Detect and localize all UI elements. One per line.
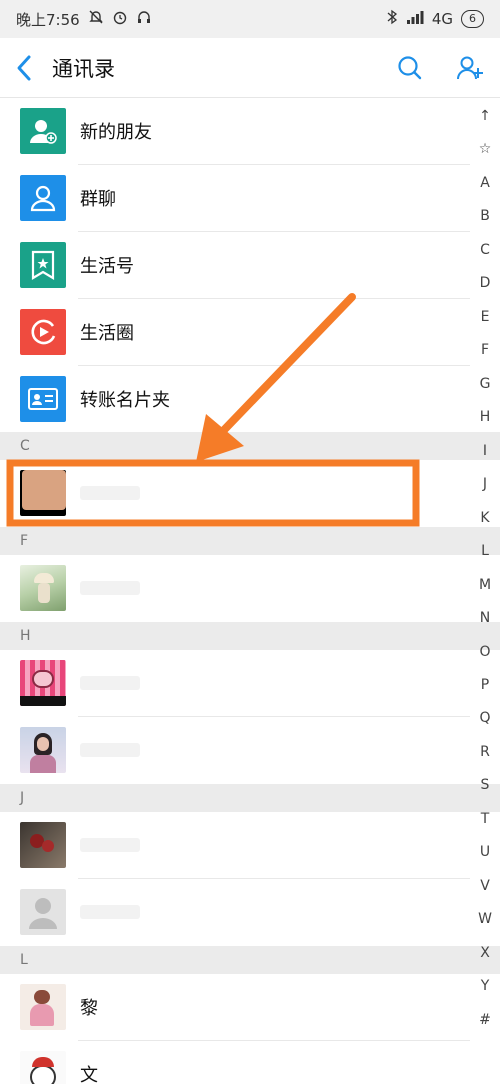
index-letter[interactable]: R bbox=[480, 744, 490, 760]
index-letter[interactable]: L bbox=[481, 543, 489, 559]
add-friend-button[interactable] bbox=[440, 38, 500, 98]
index-letter[interactable]: ☆ bbox=[479, 141, 492, 157]
search-button[interactable] bbox=[380, 38, 440, 98]
contact-name: 黎 bbox=[80, 998, 98, 1019]
section-header-c: C bbox=[0, 432, 500, 460]
life-circle-label: 生活圈 bbox=[80, 323, 134, 344]
status-time: 晚上7:56 bbox=[16, 10, 80, 29]
group-chat-icon bbox=[20, 175, 66, 221]
contact-name-hidden bbox=[80, 743, 140, 757]
index-letter[interactable]: X bbox=[480, 945, 490, 961]
avatar bbox=[20, 565, 66, 611]
back-button[interactable] bbox=[0, 38, 48, 98]
new-friend-icon bbox=[20, 108, 66, 154]
life-account-label: 生活号 bbox=[80, 256, 134, 277]
contact-name-hidden bbox=[80, 486, 140, 500]
index-letter[interactable]: A bbox=[480, 175, 490, 191]
index-letter[interactable]: V bbox=[480, 878, 490, 894]
new-friends-item[interactable]: 新的朋友 bbox=[0, 98, 470, 164]
signal-icon bbox=[406, 10, 424, 28]
contact-name-hidden bbox=[80, 581, 140, 595]
index-letter[interactable]: J bbox=[483, 476, 487, 492]
avatar bbox=[20, 1051, 66, 1084]
default-avatar-icon bbox=[20, 889, 66, 935]
avatar bbox=[20, 727, 66, 773]
card-folder-icon bbox=[20, 376, 66, 422]
index-letter[interactable]: P bbox=[481, 677, 489, 693]
index-letter[interactable]: B bbox=[480, 208, 490, 224]
index-letter[interactable]: K bbox=[480, 510, 489, 526]
index-letter[interactable]: H bbox=[480, 409, 491, 425]
index-letter[interactable]: Y bbox=[481, 978, 490, 994]
index-letter[interactable]: Q bbox=[479, 710, 490, 726]
contact-name-hidden bbox=[80, 676, 140, 690]
contact-item-h2[interactable] bbox=[0, 717, 470, 783]
index-letter[interactable]: W bbox=[478, 911, 492, 927]
bluetooth-icon bbox=[386, 9, 398, 29]
contact-item-l2[interactable]: 文 bbox=[0, 1041, 470, 1084]
section-header-h: H bbox=[0, 622, 500, 650]
avatar bbox=[20, 984, 66, 1030]
avatar bbox=[20, 822, 66, 868]
headphones-icon bbox=[136, 9, 152, 29]
index-letter[interactable]: # bbox=[479, 1012, 491, 1028]
page-title: 通讯录 bbox=[52, 56, 115, 81]
new-friends-label: 新的朋友 bbox=[80, 122, 152, 143]
card-folder-item[interactable]: 转账名片夹 bbox=[0, 366, 470, 432]
search-icon bbox=[398, 55, 422, 79]
index-letter[interactable]: M bbox=[479, 577, 491, 593]
avatar bbox=[20, 660, 66, 706]
network-type: 4G bbox=[431, 10, 453, 28]
add-user-icon bbox=[457, 56, 483, 79]
index-letter[interactable]: D bbox=[480, 275, 491, 291]
life-account-icon bbox=[20, 242, 66, 288]
index-letter[interactable]: F bbox=[481, 342, 489, 358]
group-chat-label: 群聊 bbox=[80, 189, 116, 210]
index-letter[interactable]: C bbox=[480, 242, 490, 258]
index-letter[interactable]: G bbox=[480, 376, 491, 392]
index-letter[interactable]: U bbox=[480, 844, 490, 860]
alphabet-index-bar[interactable]: ↑ ☆ A B C D E F G H I J K L M N O P Q R S T U V W X Y # bbox=[470, 108, 500, 1028]
avatar bbox=[20, 470, 66, 516]
index-letter[interactable]: ↑ bbox=[479, 108, 491, 124]
section-header-f: F bbox=[0, 527, 500, 555]
contact-item-l1[interactable]: 黎 bbox=[0, 974, 470, 1040]
contact-item-c1[interactable] bbox=[0, 460, 470, 526]
contact-item-f1[interactable] bbox=[0, 555, 470, 621]
index-letter[interactable]: O bbox=[479, 644, 490, 660]
life-circle-item[interactable]: 生活圈 bbox=[0, 299, 470, 365]
contact-item-j1[interactable] bbox=[0, 812, 470, 878]
group-chat-item[interactable]: 群聊 bbox=[0, 165, 470, 231]
section-header-j: J bbox=[0, 784, 500, 812]
alarm-icon bbox=[112, 9, 128, 29]
mute-icon bbox=[88, 9, 104, 29]
life-account-item[interactable]: 生活号 bbox=[0, 232, 470, 298]
chevron-left-icon bbox=[17, 55, 31, 80]
battery-indicator: 6 bbox=[461, 10, 484, 28]
index-letter[interactable]: I bbox=[483, 443, 487, 459]
card-folder-label: 转账名片夹 bbox=[80, 390, 170, 411]
section-header-l: L bbox=[0, 946, 500, 974]
app-header: 通讯录 bbox=[0, 38, 500, 98]
contact-name-hidden bbox=[80, 905, 140, 919]
index-letter[interactable]: N bbox=[480, 610, 490, 626]
index-letter[interactable]: T bbox=[481, 811, 490, 827]
index-letter[interactable]: E bbox=[481, 309, 490, 325]
contact-name: 文 bbox=[80, 1065, 98, 1084]
contact-item-j2[interactable] bbox=[0, 879, 470, 945]
status-bar: 晚上7:56 4G 6 bbox=[0, 0, 500, 38]
index-letter[interactable]: S bbox=[481, 777, 490, 793]
contact-name-hidden bbox=[80, 838, 140, 852]
life-circle-icon bbox=[20, 309, 66, 355]
contact-item-h1[interactable] bbox=[0, 650, 470, 716]
